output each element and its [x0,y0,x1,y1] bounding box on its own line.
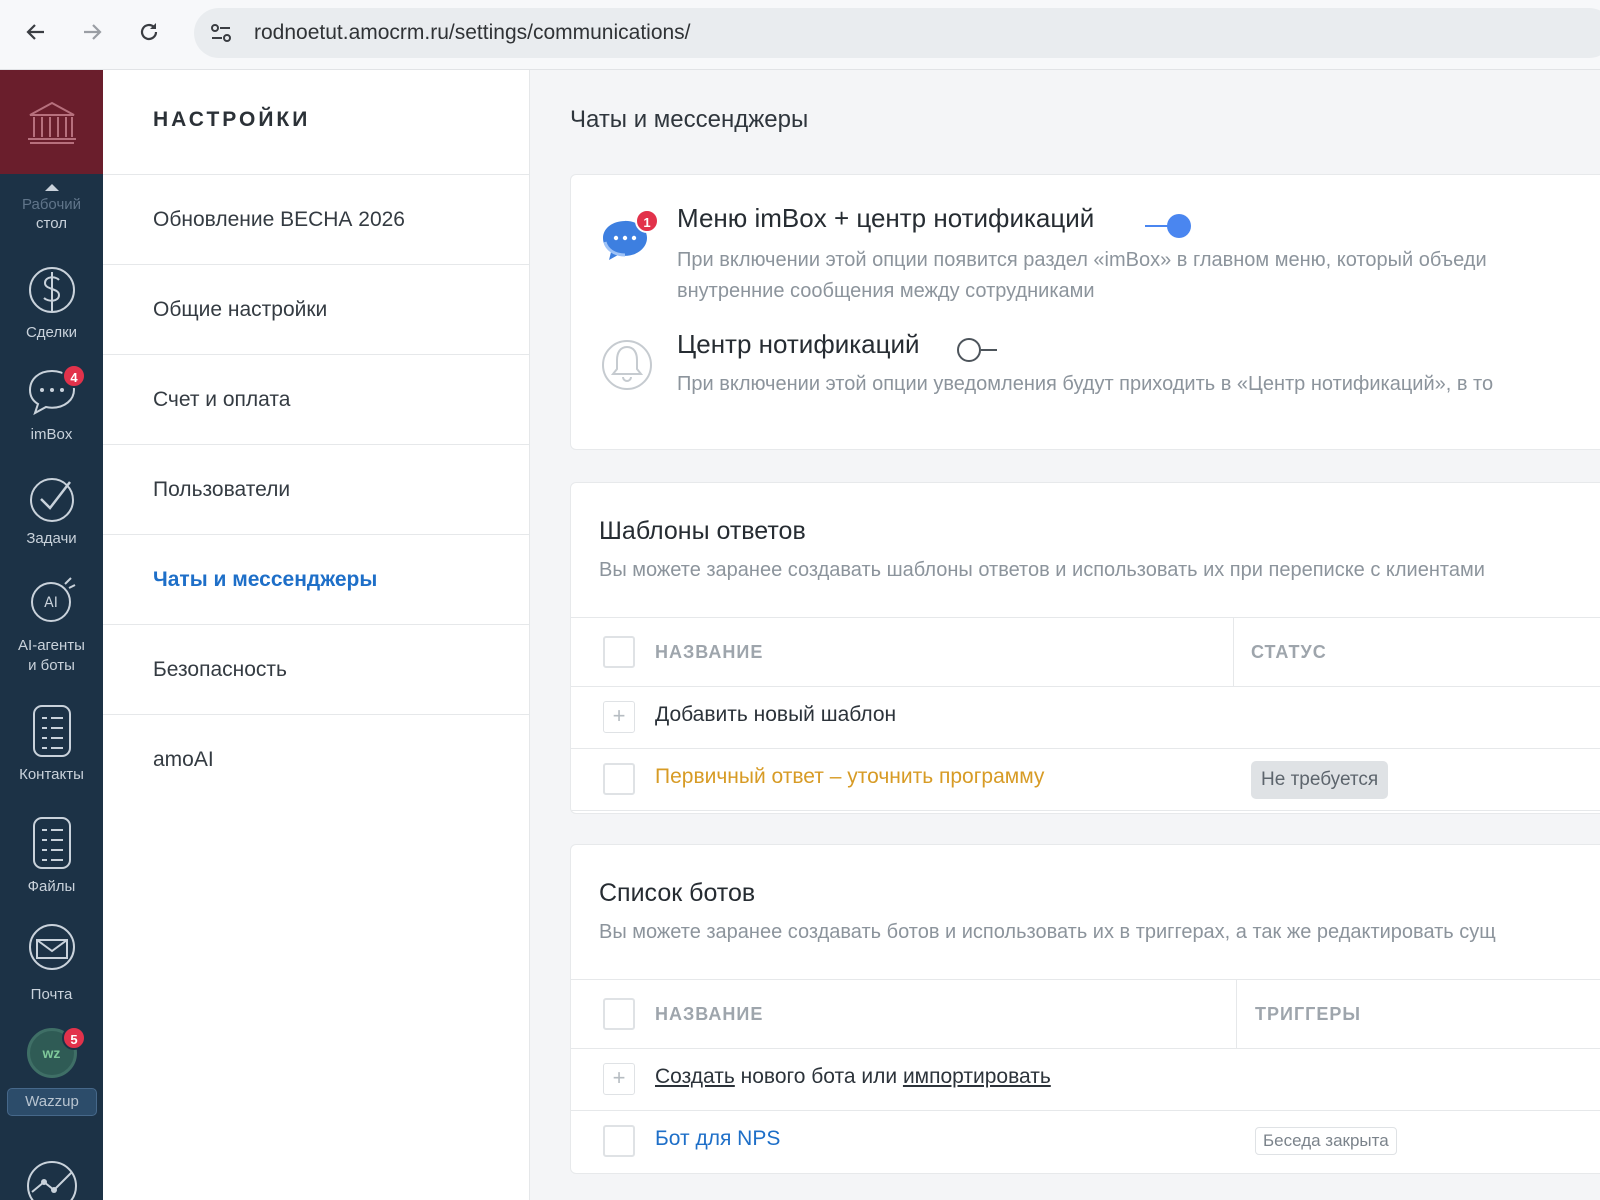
mail-icon [28,924,75,970]
table-row: Первичный ответ – уточнить программу Не … [571,749,1600,811]
ai-robot-icon: AI [30,577,75,622]
back-icon[interactable] [18,14,54,50]
file-list-icon [32,817,71,869]
column-divider [1233,618,1234,686]
option-imbox-title: Меню imBox + центр нотификаций [677,203,1095,233]
bots-table-header: НАЗВАНИЕ ТРИГГЕРЫ [571,979,1600,1049]
bots-card: Список ботов Вы можете заранее создавать… [570,844,1600,1174]
bots-col-triggers: ТРИГГЕРЫ [1255,1004,1361,1024]
page-title: Чаты и мессенджеры [570,106,809,133]
nav-files[interactable]: Файлы [0,812,103,908]
notifications-toggle[interactable] [957,337,1003,363]
column-divider [1236,980,1237,1048]
plus-icon[interactable]: + [603,701,635,733]
wazzup-badge: 5 [62,1026,86,1050]
row-checkbox[interactable] [603,1125,635,1157]
options-card: 1 Меню imBox + центр нотификаций При вкл… [570,174,1600,450]
left-navigation: Рабочий стол Сделки 4 imBox Задачи AI AI… [0,70,103,1200]
menu-item-security[interactable]: Безопасность [103,624,529,714]
imbox-option-badge: 1 [635,209,659,233]
nav-mail[interactable]: Почта [0,920,103,1014]
templates-table-header: НАЗВАНИЕ СТАТУС [571,617,1600,687]
url-text: rodnoetut.amocrm.ru/settings/communicati… [254,21,691,44]
chevron-up-icon [44,184,59,191]
bots-select-all-checkbox[interactable] [603,998,635,1030]
nav-wazzup[interactable]: wz 5 Wazzup [0,1026,103,1138]
settings-title: НАСТРОЙКИ [153,108,311,131]
nav-contacts[interactable]: Контакты [0,700,103,796]
add-bot-row: + Создать нового бота или импортировать [571,1049,1600,1111]
nav-tasks[interactable]: Задачи [0,472,103,556]
option-notifications-title: Центр нотификаций [677,329,920,359]
template-name-link[interactable]: Первичный ответ – уточнить программу [655,765,1044,789]
browser-toolbar: rodnoetut.amocrm.ru/settings/communicati… [0,0,1600,70]
plus-icon[interactable]: + [603,1063,635,1095]
bot-name-link[interactable]: Бот для NPS [655,1127,780,1151]
company-logo[interactable] [0,70,103,174]
menu-item-update-spring[interactable]: Обновление ВЕСНА 2026 [103,174,529,264]
reload-icon[interactable] [131,14,167,50]
site-settings-icon[interactable] [208,20,234,46]
menu-item-amoai[interactable]: amoAI [103,714,529,804]
nav-ai-agents[interactable]: AI AI-агенты и боты [0,574,103,684]
main-content: Чаты и мессенджеры 1 Меню imBox + центр … [530,70,1600,1200]
menu-item-billing[interactable]: Счет и оплата [103,354,529,444]
row-checkbox[interactable] [603,763,635,795]
svg-text:AI: AI [44,595,58,611]
templates-desc: Вы можете заранее создавать шаблоны отве… [599,559,1485,581]
templates-select-all-checkbox[interactable] [603,636,635,668]
trigger-badge: Беседа закрыта [1255,1127,1397,1155]
address-bar[interactable]: rodnoetut.amocrm.ru/settings/communicati… [194,8,1600,58]
templates-card: Шаблоны ответов Вы можете заранее создав… [570,482,1600,814]
option-imbox-desc-line2: внутренние сообщения между сотрудниками [677,280,1095,302]
bots-title: Список ботов [599,879,756,907]
contacts-book-icon [32,705,71,757]
option-notifications-desc: При включении этой опции уведомления буд… [677,373,1494,395]
add-bot-text: Создать нового бота или импортировать [655,1065,1051,1088]
bell-icon [602,340,652,390]
option-imbox-desc-line1: При включении этой опции появится раздел… [677,249,1487,271]
menu-item-general[interactable]: Общие настройки [103,264,529,354]
checkmark-circle-icon [29,478,74,522]
analytics-icon[interactable] [24,1156,80,1200]
import-bot-link[interactable]: импортировать [903,1065,1051,1088]
menu-item-users[interactable]: Пользователи [103,444,529,534]
status-badge: Не требуется [1251,761,1389,799]
bots-col-name: НАЗВАНИЕ [655,1004,764,1024]
add-template-row[interactable]: + Добавить новый шаблон [571,687,1600,749]
imbox-toggle[interactable] [1145,213,1201,239]
forward-icon[interactable] [74,14,110,50]
add-template-label[interactable]: Добавить новый шаблон [655,703,896,727]
nav-dashboard[interactable]: Рабочий стол [0,184,103,233]
dollar-icon [28,267,75,313]
menu-item-chats[interactable]: Чаты и мессенджеры [103,534,529,624]
templates-col-status: СТАТУС [1251,642,1327,662]
bots-desc: Вы можете заранее создавать ботов и испо… [599,921,1496,943]
templates-title: Шаблоны ответов [599,517,806,545]
create-bot-link[interactable]: Создать [655,1065,735,1088]
settings-menu: НАСТРОЙКИ Обновление ВЕСНА 2026 Общие на… [103,70,530,1200]
table-row: Бот для NPS Беседа закрыта [571,1111,1600,1173]
imbox-badge: 4 [62,364,86,388]
templates-col-name: НАЗВАНИЕ [655,642,764,662]
nav-imbox[interactable]: 4 imBox [0,364,103,454]
nav-deals[interactable]: Сделки [0,258,103,350]
